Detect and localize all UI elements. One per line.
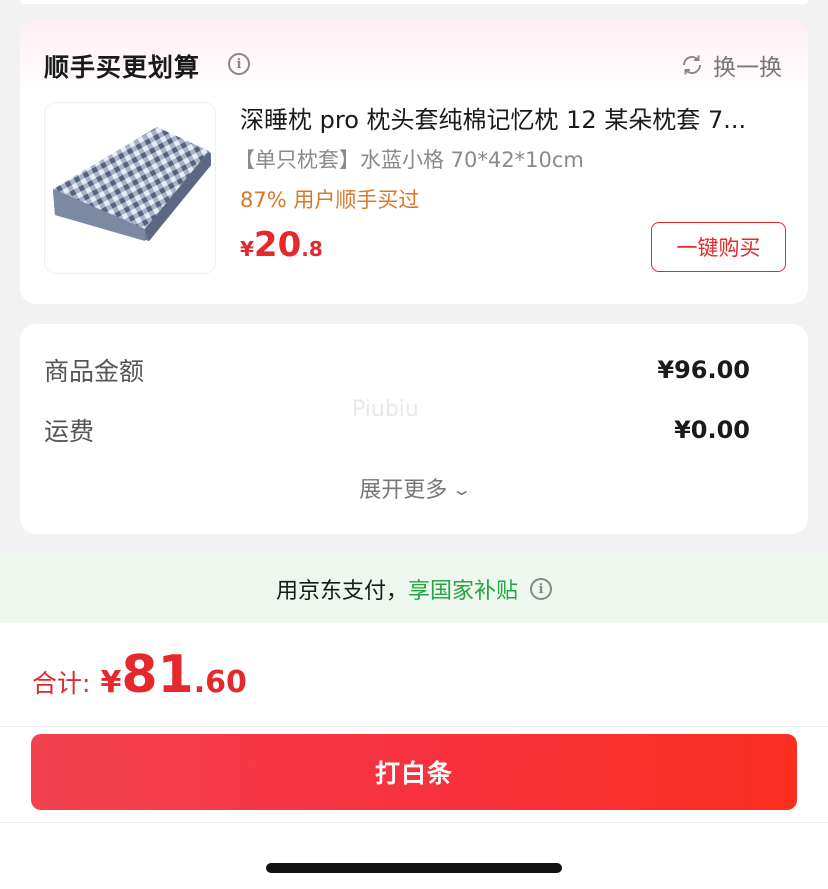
- total-integer: 81: [121, 645, 194, 705]
- goods-amount-label: 商品金额: [44, 357, 145, 386]
- shipping-value: ¥0.00: [674, 416, 750, 444]
- subsidy-highlight: 享国家补贴: [408, 579, 519, 604]
- divider: [0, 822, 828, 823]
- upsell-title: 顺手买更划算: [44, 53, 201, 82]
- swap-label: 换一换: [713, 55, 782, 81]
- home-indicator[interactable]: [266, 863, 562, 873]
- expand-more-label: 展开更多: [359, 478, 448, 503]
- expand-more-button[interactable]: 展开更多 ⌄: [20, 472, 808, 504]
- shipping-row: 运费 ¥0.00: [44, 410, 750, 450]
- product-spec: 【单只枕套】水蓝小格 70*42*10cm: [234, 148, 584, 172]
- info-icon[interactable]: i: [530, 578, 553, 600]
- one-click-buy-button[interactable]: 一键购买: [651, 222, 786, 272]
- total-amount: 合计: ¥ 81 .60: [32, 645, 247, 705]
- refresh-icon: [683, 55, 701, 75]
- chevron-down-icon: ⌄: [451, 480, 473, 499]
- divider: [0, 726, 828, 727]
- order-summary-card: Piubiu 商品金额 ¥96.00 运费 ¥0.00 展开更多 ⌄: [20, 324, 808, 534]
- total-symbol: ¥: [100, 665, 122, 700]
- total-decimal: .60: [193, 665, 247, 700]
- goods-amount-value: ¥96.00: [657, 356, 750, 384]
- subsidy-prefix: 用京东支付，: [275, 579, 408, 604]
- price-integer: 20: [253, 225, 302, 265]
- total-label: 合计:: [32, 669, 91, 698]
- product-price: ¥20.8: [240, 225, 323, 265]
- info-icon[interactable]: i: [228, 53, 250, 75]
- product-name[interactable]: 深睡枕 pro 枕头套纯棉记忆枕 12 某朵枕套 7...: [240, 100, 785, 135]
- checkout-bar: 合计: ¥ 81 .60 打白条: [0, 623, 828, 889]
- subsidy-banner[interactable]: 用京东支付， 享国家补贴 i: [0, 555, 828, 623]
- swap-button[interactable]: 换一换: [680, 48, 782, 82]
- upsell-card: 顺手买更划算 i 换一换 深睡枕 pro 枕头套纯棉记忆枕 12 某朵枕套 7.…: [20, 20, 808, 304]
- previous-card-edge: [20, 0, 808, 4]
- price-symbol: ¥: [240, 237, 254, 261]
- pillow-product-image[interactable]: [44, 102, 216, 274]
- product-buyers-tag: 87% 用户顺手买过: [240, 188, 420, 212]
- price-decimal: .8: [301, 237, 323, 261]
- shipping-label: 运费: [44, 417, 95, 446]
- pay-button[interactable]: 打白条: [31, 734, 797, 810]
- goods-amount-row: 商品金额 ¥96.00: [44, 350, 750, 390]
